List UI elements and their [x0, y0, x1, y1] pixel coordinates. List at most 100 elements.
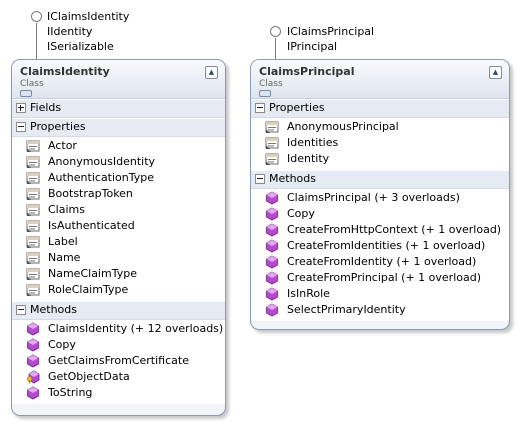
member-list: ClaimsIdentity (+ 12 overloads) Copy Get… — [12, 320, 225, 404]
interface-label: ISerializable — [47, 40, 114, 53]
collapse-icon[interactable] — [255, 174, 265, 184]
chevron-up-icon[interactable]: ▲ — [489, 66, 502, 79]
class-claims-principal[interactable]: ClaimsPrincipal Class ▲ Properties Anony… — [250, 59, 510, 330]
interface-circle-icon — [31, 11, 42, 22]
section-fields[interactable]: Fields — [12, 99, 225, 118]
section-label: Properties — [269, 101, 325, 114]
expand-icon[interactable] — [16, 103, 26, 113]
member-list: ClaimsPrincipal (+ 3 overloads) Copy Cre… — [251, 189, 509, 321]
property-name: Claims — [48, 203, 85, 216]
method-icon — [27, 322, 39, 336]
method-name: IsInRole — [287, 287, 330, 300]
method-item[interactable]: Copy — [251, 206, 509, 222]
property-icon — [26, 252, 40, 264]
method-name: CreateFromIdentities (+ 1 overload) — [287, 239, 486, 252]
property-name: BootstrapToken — [48, 187, 133, 200]
method-name: Copy — [287, 207, 315, 220]
method-item[interactable]: SelectPrimaryIdentity — [251, 302, 509, 318]
property-item[interactable]: AuthenticationType — [12, 170, 225, 186]
property-name: IsAuthenticated — [48, 219, 135, 232]
property-icon — [265, 121, 279, 133]
class-claims-identity[interactable]: ClaimsIdentity Class ▲ Fields Properties… — [11, 59, 226, 416]
property-item[interactable]: Claims — [12, 202, 225, 218]
property-name: AnonymousPrincipal — [287, 120, 399, 133]
method-item[interactable]: ClaimsPrincipal (+ 3 overloads) — [251, 190, 509, 206]
class-header[interactable]: ClaimsIdentity Class ▲ — [12, 60, 225, 99]
section-properties[interactable]: Properties — [12, 118, 225, 137]
method-name: ClaimsIdentity (+ 12 overloads) — [48, 322, 224, 335]
property-item[interactable]: AnonymousIdentity — [12, 154, 225, 170]
property-name: Identities — [287, 136, 339, 149]
section-label: Methods — [30, 303, 77, 316]
method-icon — [266, 223, 278, 237]
property-item[interactable]: IsAuthenticated — [12, 218, 225, 234]
method-item[interactable]: CreateFromIdentity (+ 1 overload) — [251, 254, 509, 270]
section-methods[interactable]: Methods — [12, 301, 225, 320]
method-item[interactable]: GetClaimsFromCertificate — [12, 353, 225, 369]
section-properties[interactable]: Properties — [251, 99, 509, 118]
interface-label: IIdentity — [47, 25, 93, 38]
property-item[interactable]: RoleClaimType — [12, 282, 225, 298]
method-item[interactable]: ClaimsIdentity (+ 12 overloads) — [12, 321, 225, 337]
interface-label: IClaimsPrincipal — [287, 25, 375, 38]
left-interface-labels: IClaimsIdentity IIdentity ISerializable — [47, 9, 129, 54]
method-name: SelectPrimaryIdentity — [287, 303, 406, 316]
class-kind: Class — [20, 79, 44, 89]
property-icon — [26, 140, 40, 152]
property-item[interactable]: Identity — [251, 151, 509, 167]
property-icon — [265, 137, 279, 149]
method-name: ToString — [48, 386, 93, 399]
property-icon — [26, 236, 40, 248]
method-item[interactable]: CreateFromIdentities (+ 1 overload) — [251, 238, 509, 254]
property-item[interactable]: Label — [12, 234, 225, 250]
method-icon — [266, 191, 278, 205]
interface-label: IPrincipal — [287, 40, 338, 53]
section-label: Methods — [269, 172, 316, 185]
property-icon — [26, 220, 40, 232]
member-list: AnonymousPrincipal Identities Identity — [251, 118, 509, 170]
property-name: NameClaimType — [48, 267, 137, 280]
protected-method-icon — [26, 370, 40, 384]
chevron-up-icon[interactable]: ▲ — [205, 66, 218, 79]
property-name: RoleClaimType — [48, 283, 129, 296]
method-name: Copy — [48, 338, 76, 351]
method-icon — [266, 271, 278, 285]
section-label: Fields — [30, 101, 62, 114]
method-item[interactable]: GetObjectData — [12, 369, 225, 385]
interface-circle-icon — [270, 26, 281, 37]
property-item[interactable]: Name — [12, 250, 225, 266]
class-shape-icon — [259, 90, 271, 97]
property-item[interactable]: Actor — [12, 138, 225, 154]
class-shape-icon — [20, 90, 32, 97]
method-icon — [266, 287, 278, 301]
section-methods[interactable]: Methods — [251, 170, 509, 189]
class-header[interactable]: ClaimsPrincipal Class ▲ — [251, 60, 509, 99]
property-item[interactable]: AnonymousPrincipal — [251, 119, 509, 135]
property-item[interactable]: Identities — [251, 135, 509, 151]
property-icon — [26, 188, 40, 200]
method-item[interactable]: IsInRole — [251, 286, 509, 302]
property-item[interactable]: NameClaimType — [12, 266, 225, 282]
collapse-icon[interactable] — [255, 103, 265, 113]
method-name: GetClaimsFromCertificate — [48, 354, 189, 367]
method-item[interactable]: ToString — [12, 385, 225, 401]
method-item[interactable]: CreateFromPrincipal (+ 1 overload) — [251, 270, 509, 286]
class-name: ClaimsIdentity — [20, 65, 110, 78]
method-item[interactable]: CreateFromHttpContext (+ 1 overload) — [251, 222, 509, 238]
property-icon — [26, 284, 40, 296]
method-item[interactable]: Copy — [12, 337, 225, 353]
right-interface-labels: IClaimsPrincipal IPrincipal — [287, 24, 374, 54]
property-item[interactable]: BootstrapToken — [12, 186, 225, 202]
property-icon — [265, 153, 279, 165]
method-icon — [27, 354, 39, 368]
method-name: CreateFromPrincipal (+ 1 overload) — [287, 271, 482, 284]
method-name: CreateFromIdentity (+ 1 overload) — [287, 255, 477, 268]
property-name: Label — [48, 235, 78, 248]
property-icon — [26, 204, 40, 216]
property-name: Identity — [287, 152, 330, 165]
property-name: AnonymousIdentity — [48, 155, 156, 168]
collapse-icon[interactable] — [16, 122, 26, 132]
property-icon — [26, 156, 40, 168]
method-icon — [27, 338, 39, 352]
collapse-icon[interactable] — [16, 305, 26, 315]
